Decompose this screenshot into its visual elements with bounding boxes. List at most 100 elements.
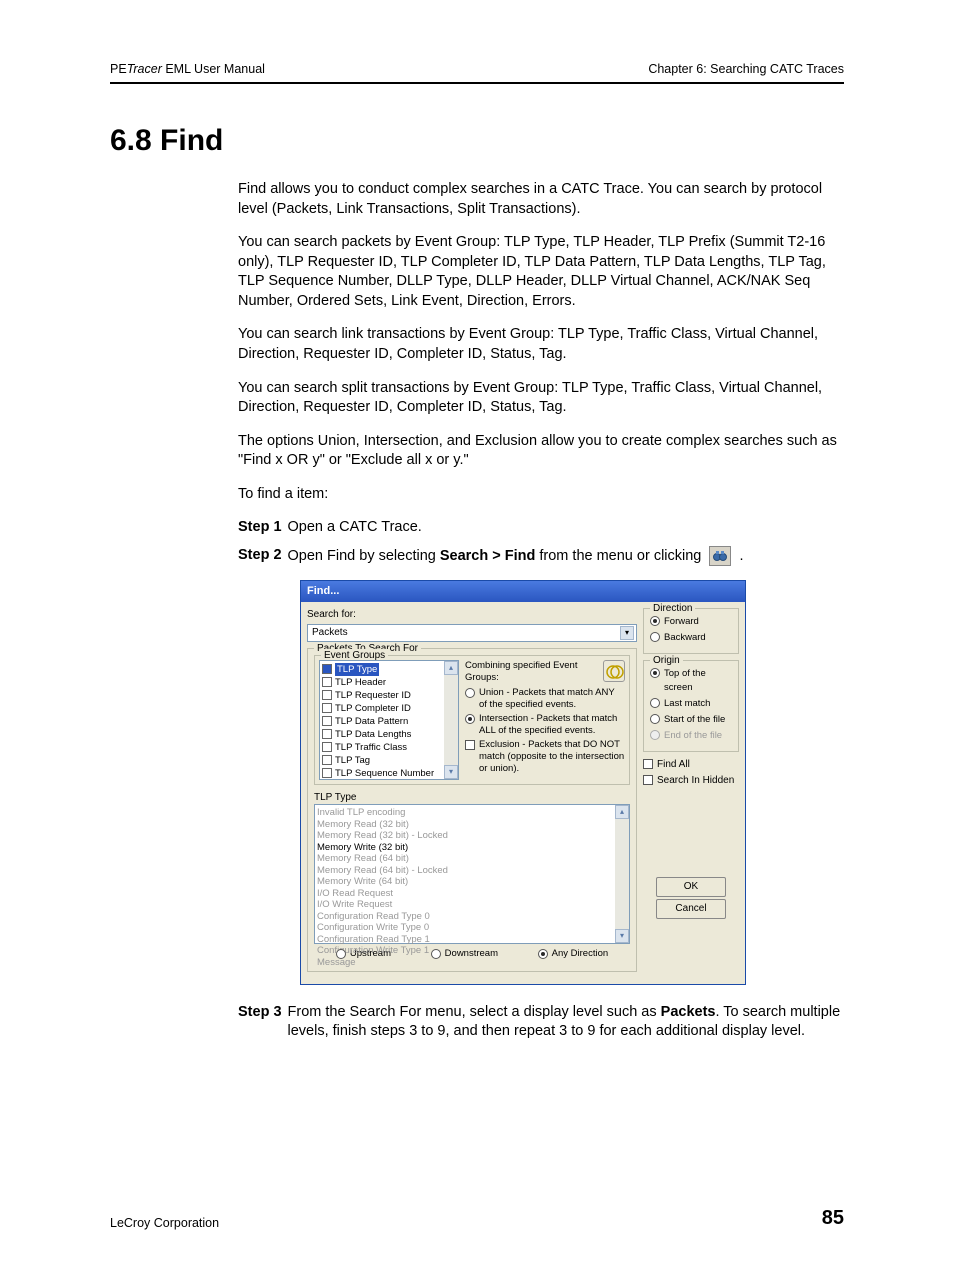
- search-for-dropdown[interactable]: Packets ▾: [307, 624, 637, 642]
- checkbox-icon: [643, 759, 653, 769]
- search-hidden-checkbox[interactable]: Search In Hidden: [643, 774, 739, 788]
- tlp-type-item[interactable]: Message: [317, 957, 627, 969]
- tlp-type-item[interactable]: I/O Write Request: [317, 899, 627, 911]
- direction-group-title: Direction: [650, 602, 695, 616]
- radio-icon: [431, 949, 441, 959]
- page-header: PETracer EML User Manual Chapter 6: Sear…: [110, 62, 844, 76]
- radio-icon: [465, 714, 475, 724]
- step2-pre: Open Find by selecting: [288, 548, 440, 564]
- intersection-label: Intersection - Packets that match ALL of…: [479, 713, 625, 737]
- step2-post: from the menu or clicking: [535, 548, 705, 564]
- header-left-prefix: PE: [110, 62, 127, 76]
- step2-label: Step 2: [238, 546, 282, 566]
- tlp-type-item[interactable]: Configuration Write Type 0: [317, 922, 627, 934]
- packets-to-search-for-group: Packets To Search For Event Groups TLP T…: [307, 648, 637, 972]
- origin-label: Last match: [664, 697, 710, 711]
- event-group-item[interactable]: TLP Tag: [322, 754, 456, 767]
- scroll-down-icon[interactable]: ▾: [444, 765, 458, 779]
- origin-radio: End of the file: [650, 729, 732, 743]
- forward-label: Forward: [664, 615, 699, 629]
- backward-label: Backward: [664, 631, 706, 645]
- origin-label: End of the file: [664, 729, 722, 743]
- paragraph-2: You can search packets by Event Group: T…: [238, 233, 844, 311]
- scroll-up-icon[interactable]: ▴: [444, 661, 458, 675]
- step1-text: Open a CATC Trace.: [288, 518, 844, 538]
- paragraph-6: To find a item:: [238, 485, 844, 505]
- tlp-type-item[interactable]: Invalid TLP encoding: [317, 807, 627, 819]
- backward-radio[interactable]: Backward: [650, 631, 732, 645]
- scrollbar[interactable]: ▴ ▾: [615, 805, 629, 943]
- union-label: Union - Packets that match ANY of the sp…: [479, 687, 625, 711]
- tlp-type-list[interactable]: Invalid TLP encodingMemory Read (32 bit)…: [314, 804, 630, 944]
- event-group-item[interactable]: TLP Traffic Class: [322, 741, 456, 754]
- event-group-item-label: TLP Data Lengths: [335, 728, 411, 741]
- exclusion-label: Exclusion - Packets that DO NOT match (o…: [479, 739, 625, 775]
- origin-label: Start of the file: [664, 713, 725, 727]
- step2-bold: Search > Find: [440, 548, 536, 564]
- event-group-item[interactable]: TLP Requester ID: [322, 689, 456, 702]
- event-groups-list[interactable]: TLP TypeTLP HeaderTLP Requester IDTLP Co…: [319, 660, 459, 780]
- tlp-type-item[interactable]: Configuration Read Type 1: [317, 934, 627, 946]
- step3-pre: From the Search For menu, select a displ…: [288, 1004, 661, 1020]
- event-group-item[interactable]: TLP Data Lengths: [322, 728, 456, 741]
- scroll-up-icon[interactable]: ▴: [615, 805, 629, 819]
- event-group-item[interactable]: TLP Completer ID: [322, 702, 456, 715]
- tlp-type-item[interactable]: I/O Read Request: [317, 888, 627, 900]
- scrollbar[interactable]: ▴ ▾: [444, 661, 458, 779]
- find-all-label: Find All: [657, 758, 690, 772]
- tlp-type-item[interactable]: Memory Write (64 bit): [317, 876, 627, 888]
- origin-radio[interactable]: Last match: [650, 697, 732, 711]
- find-dialog: Find... Search for: Packets ▾ Packets To…: [300, 580, 746, 985]
- step3-label: Step 3: [238, 1003, 282, 1023]
- origin-radio[interactable]: Start of the file: [650, 713, 732, 727]
- origin-radio[interactable]: Top of the screen: [650, 667, 732, 695]
- checkbox-icon: [322, 716, 332, 726]
- header-right: Chapter 6: Searching CATC Traces: [648, 62, 844, 76]
- event-group-item[interactable]: TLP Data Pattern: [322, 715, 456, 728]
- tlp-type-item[interactable]: Configuration Read Type 0: [317, 911, 627, 923]
- checkbox-icon: [322, 729, 332, 739]
- tlp-type-item[interactable]: Memory Read (64 bit): [317, 853, 627, 865]
- forward-radio[interactable]: Forward: [650, 615, 732, 629]
- step1-label: Step 1: [238, 518, 282, 538]
- event-group-item-label: TLP Data Pattern: [335, 715, 408, 728]
- binoculars-icon: [709, 546, 731, 566]
- union-radio[interactable]: Union - Packets that match ANY of the sp…: [465, 687, 625, 711]
- checkbox-icon: [322, 703, 332, 713]
- header-rule: [110, 82, 844, 84]
- intersection-radio[interactable]: Intersection - Packets that match ALL of…: [465, 713, 625, 737]
- scroll-down-icon[interactable]: ▾: [615, 929, 629, 943]
- search-for-value: Packets: [312, 626, 348, 640]
- exclusion-checkbox[interactable]: Exclusion - Packets that DO NOT match (o…: [465, 739, 625, 775]
- event-group-item[interactable]: TLP Header: [322, 676, 456, 689]
- radio-icon: [650, 632, 660, 642]
- footer-left: LeCroy Corporation: [110, 1216, 219, 1230]
- search-for-label: Search for:: [307, 608, 637, 622]
- search-hidden-label: Search In Hidden: [657, 774, 734, 788]
- tlp-type-item[interactable]: Memory Read (64 bit) - Locked: [317, 865, 627, 877]
- event-group-item-label: TLP Completer ID: [335, 702, 411, 715]
- checkbox-icon: [322, 755, 332, 765]
- checkbox-icon: [322, 768, 332, 778]
- event-group-item[interactable]: TLP Type: [322, 663, 456, 676]
- ok-button[interactable]: OK: [656, 877, 726, 897]
- direction-group: Direction Forward Backward: [643, 608, 739, 654]
- find-all-checkbox[interactable]: Find All: [643, 758, 739, 772]
- dialog-title-bar: Find...: [301, 581, 745, 602]
- tlp-type-item[interactable]: Configuration Write Type 1: [317, 945, 627, 957]
- tlp-type-item[interactable]: Memory Read (32 bit): [317, 819, 627, 831]
- event-group-item[interactable]: TLP Sequence Number: [322, 767, 456, 780]
- radio-icon: [650, 616, 660, 626]
- paragraph-1: Find allows you to conduct complex searc…: [238, 180, 844, 219]
- paragraph-4: You can search split transactions by Eve…: [238, 379, 844, 418]
- tlp-type-item[interactable]: Memory Read (32 bit) - Locked: [317, 830, 627, 842]
- event-group-item-label: TLP Sequence Number: [335, 767, 434, 780]
- radio-icon: [650, 698, 660, 708]
- radio-icon: [650, 668, 660, 678]
- cancel-button[interactable]: Cancel: [656, 899, 726, 919]
- tlp-type-item[interactable]: Memory Write (32 bit): [317, 842, 627, 854]
- page-number: 85: [822, 1207, 844, 1230]
- origin-group-title: Origin: [650, 654, 683, 668]
- radio-icon: [650, 714, 660, 724]
- header-left-suffix: EML User Manual: [162, 62, 265, 76]
